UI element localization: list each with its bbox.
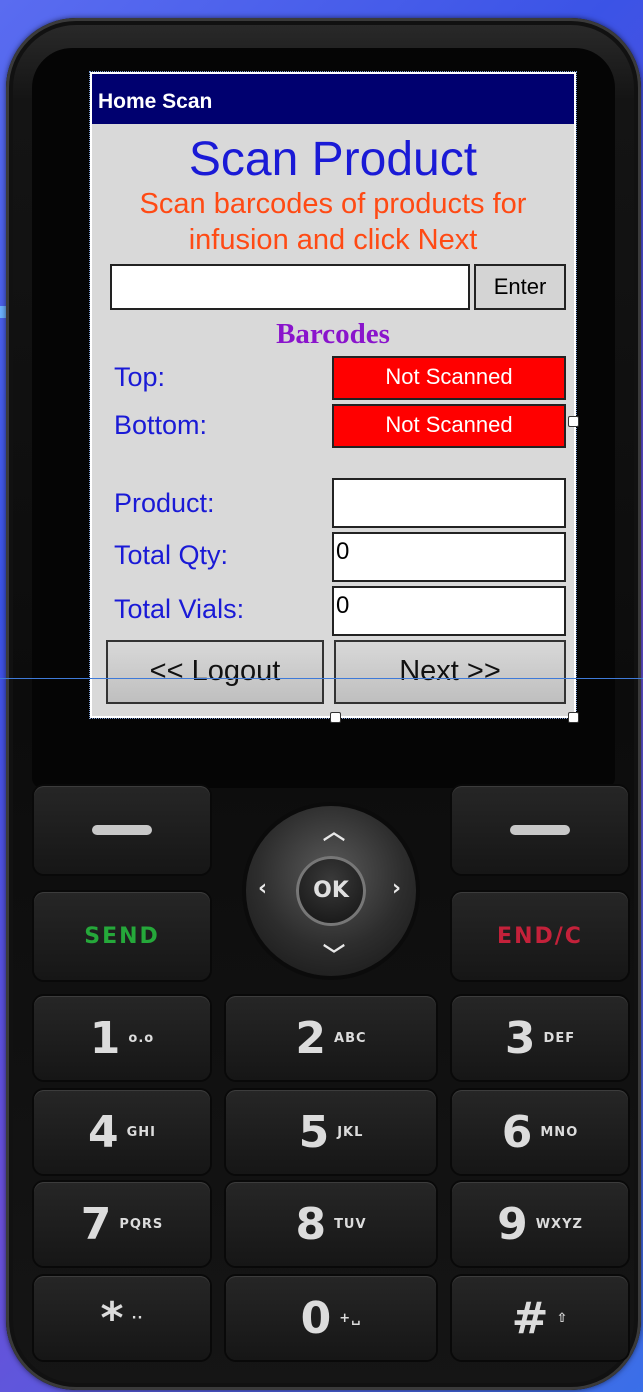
- top-barcode-status: Not Scanned: [332, 356, 566, 400]
- key-5[interactable]: 5 JKL: [226, 1090, 436, 1174]
- key-2[interactable]: 2 ABC: [226, 996, 436, 1080]
- key-digit: 0: [300, 1292, 332, 1344]
- app-screen: Home Scan Scan Product Scan barcodes of …: [89, 71, 577, 719]
- key-6[interactable]: 6 MNO: [452, 1090, 628, 1174]
- key-digit: 4: [87, 1106, 119, 1158]
- key-digit: 6: [501, 1106, 533, 1158]
- soft-key-bar-icon: [92, 825, 152, 835]
- key-star[interactable]: * ··: [34, 1276, 210, 1360]
- soft-key-bar-icon: [510, 825, 570, 835]
- key-1[interactable]: 1 o.o: [34, 996, 210, 1080]
- top-barcode-label: Top:: [114, 362, 166, 392]
- key-letters: ··: [131, 1310, 144, 1326]
- key-9[interactable]: 9 WXYZ: [452, 1182, 628, 1266]
- key-3[interactable]: 3 DEF: [452, 996, 628, 1080]
- end-key-label: END/C: [497, 923, 583, 949]
- end-key[interactable]: END/C: [452, 892, 628, 980]
- key-letters: PQRS: [119, 1216, 164, 1232]
- enter-button[interactable]: Enter: [474, 264, 566, 310]
- bottom-barcode-status: Not Scanned: [332, 404, 566, 448]
- key-0[interactable]: 0 +␣: [226, 1276, 436, 1360]
- product-field[interactable]: [332, 478, 566, 528]
- next-button[interactable]: Next >>: [334, 640, 566, 704]
- key-letters: JKL: [337, 1124, 364, 1140]
- key-digit: 2: [295, 1012, 327, 1064]
- bottom-barcode-label: Bottom:: [114, 410, 208, 440]
- key-letters: GHI: [126, 1124, 156, 1140]
- key-4[interactable]: 4 GHI: [34, 1090, 210, 1174]
- key-8[interactable]: 8 TUV: [226, 1182, 436, 1266]
- key-letters: o.o: [128, 1030, 155, 1046]
- total-vials-field[interactable]: 0: [332, 586, 566, 636]
- right-arrow-icon[interactable]: ›: [392, 876, 401, 901]
- key-digit: 1: [89, 1012, 121, 1064]
- barcodes-heading: Barcodes: [276, 318, 390, 350]
- key-letters: +␣: [339, 1310, 362, 1326]
- left-arrow-icon[interactable]: ‹: [258, 876, 267, 901]
- key-digit: 8: [295, 1198, 327, 1250]
- key-digit: 7: [80, 1198, 112, 1250]
- key-hash[interactable]: # ⇧: [452, 1276, 628, 1360]
- key-letters: TUV: [334, 1216, 367, 1232]
- up-arrow-icon[interactable]: ︿: [323, 814, 345, 846]
- key-letters: MNO: [540, 1124, 579, 1140]
- ok-button[interactable]: OK: [296, 856, 366, 926]
- key-letters: ABC: [334, 1030, 367, 1046]
- left-soft-key[interactable]: [34, 786, 210, 874]
- right-soft-key[interactable]: [452, 786, 628, 874]
- send-key-label: SEND: [84, 923, 160, 949]
- key-digit: #: [511, 1292, 549, 1344]
- navigation-dpad[interactable]: ︿ ﹀ ‹ › OK: [246, 806, 416, 976]
- page-title: Scan Product: [188, 133, 478, 186]
- key-letters: WXYZ: [535, 1216, 583, 1232]
- key-digit: 5: [298, 1106, 330, 1158]
- resize-handle: [568, 416, 579, 427]
- total-vials-label: Total Vials:: [114, 594, 245, 624]
- resize-handle: [568, 712, 579, 723]
- key-letters: DEF: [543, 1030, 576, 1046]
- product-label: Product:: [114, 488, 215, 518]
- key-digit: 9: [497, 1198, 528, 1250]
- logout-button[interactable]: << Logout: [106, 640, 324, 704]
- total-qty-label: Total Qty:: [114, 540, 229, 570]
- key-digit: *: [100, 1292, 124, 1344]
- key-7[interactable]: 7 PQRS: [34, 1182, 210, 1266]
- key-digit: 3: [504, 1012, 536, 1064]
- key-letters: ⇧: [556, 1310, 569, 1326]
- total-qty-field[interactable]: 0: [332, 532, 566, 582]
- guide-line: [0, 678, 643, 679]
- send-key[interactable]: SEND: [34, 892, 210, 980]
- resize-handle: [330, 712, 341, 723]
- barcode-input[interactable]: [110, 264, 470, 310]
- window-title-bar: Home Scan: [92, 74, 574, 124]
- instructions-text: Scan barcodes of products for infusion a…: [139, 188, 527, 256]
- down-arrow-icon[interactable]: ﹀: [323, 938, 345, 970]
